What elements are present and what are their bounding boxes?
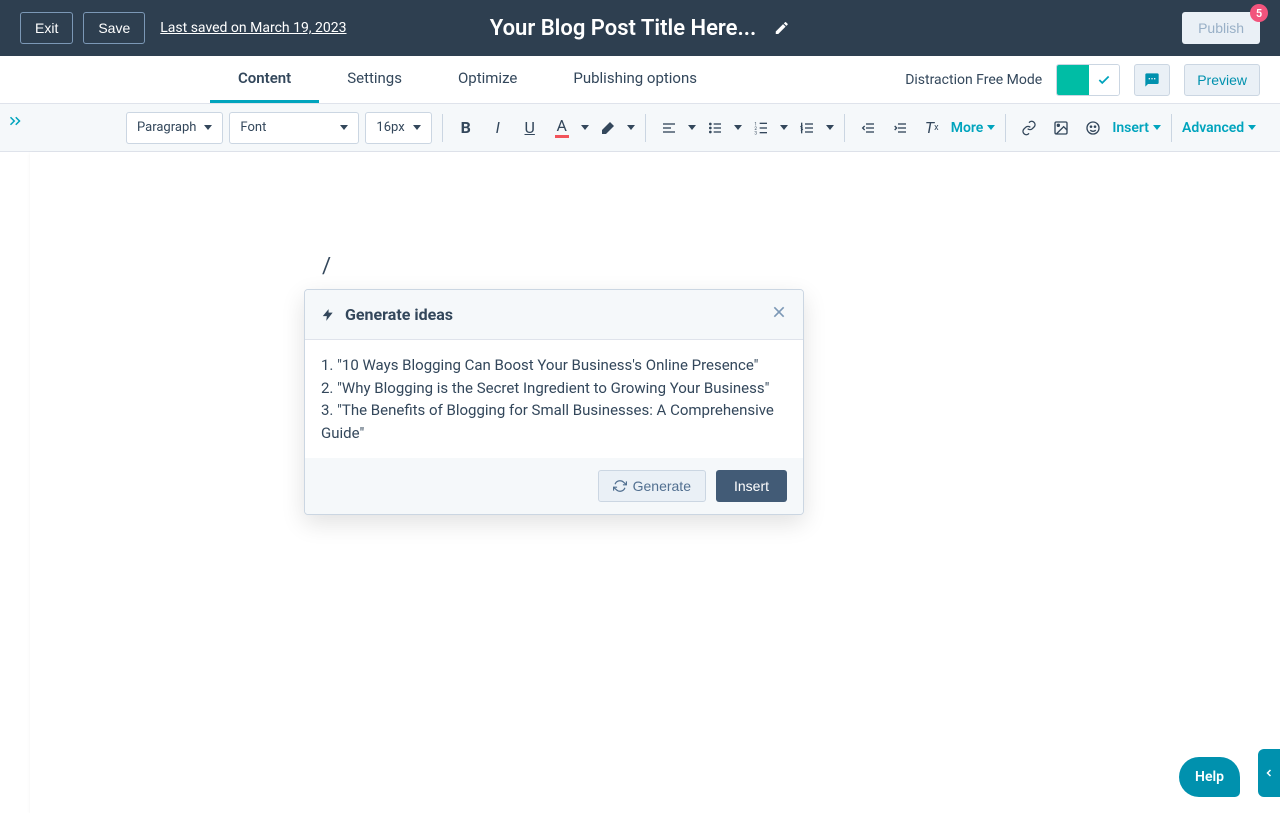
caret-down-icon bbox=[1248, 125, 1256, 130]
lightning-icon bbox=[321, 308, 335, 322]
tab-content[interactable]: Content bbox=[210, 56, 319, 103]
post-title: Your Blog Post Title Here... bbox=[490, 16, 756, 41]
align-icon[interactable] bbox=[656, 112, 682, 144]
toggle-on-side bbox=[1057, 65, 1089, 95]
slash-command-text: / bbox=[322, 254, 331, 279]
caret-down-icon[interactable] bbox=[826, 125, 834, 130]
check-icon bbox=[1097, 73, 1111, 87]
notification-badge: 5 bbox=[1250, 4, 1268, 22]
right-sub-nav: Distraction Free Mode Preview bbox=[905, 56, 1260, 103]
generate-button[interactable]: Generate bbox=[598, 470, 706, 502]
sub-nav: Content Settings Optimize Publishing opt… bbox=[0, 56, 1280, 104]
caret-down-icon bbox=[987, 125, 995, 130]
tab-optimize[interactable]: Optimize bbox=[430, 56, 545, 103]
italic-icon[interactable]: I bbox=[485, 112, 511, 144]
caret-down-icon[interactable] bbox=[780, 125, 788, 130]
text-color-icon[interactable]: A bbox=[549, 112, 575, 144]
more-label: More bbox=[951, 120, 984, 136]
indent-icon[interactable] bbox=[887, 112, 913, 144]
size-select[interactable]: 16px bbox=[365, 112, 431, 144]
caret-down-icon[interactable] bbox=[688, 125, 696, 130]
idea-2: 2. "Why Blogging is the Secret Ingredien… bbox=[321, 377, 787, 400]
insert-dropdown[interactable]: Insert bbox=[1112, 120, 1161, 136]
help-button[interactable]: Help bbox=[1179, 757, 1240, 797]
idea-3: 3. "The Benefits of Blogging for Small B… bbox=[321, 399, 787, 444]
insert-button[interactable]: Insert bbox=[716, 470, 787, 502]
advanced-dropdown[interactable]: Advanced bbox=[1182, 120, 1256, 136]
line-height-icon[interactable] bbox=[794, 112, 820, 144]
divider bbox=[844, 114, 845, 142]
paragraph-select[interactable]: Paragraph bbox=[126, 112, 223, 144]
popup-body: 1. "10 Ways Blogging Can Boost Your Busi… bbox=[305, 340, 803, 458]
tab-publishing-options[interactable]: Publishing options bbox=[545, 56, 725, 103]
clear-format-icon[interactable]: Tx bbox=[919, 112, 945, 144]
font-select[interactable]: Font bbox=[229, 112, 359, 144]
tab-settings[interactable]: Settings bbox=[319, 56, 430, 103]
generate-ideas-popup: Generate ideas 1. "10 Ways Blogging Can … bbox=[304, 289, 804, 515]
distraction-free-toggle[interactable] bbox=[1056, 64, 1120, 96]
paragraph-label: Paragraph bbox=[137, 120, 196, 135]
link-icon[interactable] bbox=[1016, 112, 1042, 144]
more-dropdown[interactable]: More bbox=[951, 120, 996, 136]
caret-down-icon bbox=[413, 125, 421, 130]
svg-text:3: 3 bbox=[754, 130, 757, 135]
refresh-icon bbox=[613, 479, 627, 493]
chevron-left-icon bbox=[1263, 767, 1275, 779]
publish-button[interactable]: Publish bbox=[1182, 12, 1260, 44]
comment-icon bbox=[1144, 72, 1160, 88]
highlight-icon[interactable] bbox=[595, 112, 621, 144]
pencil-icon bbox=[774, 20, 790, 36]
font-label: Font bbox=[240, 120, 266, 135]
editor-toolbar: Paragraph Font 16px B I U A 123 Tx bbox=[0, 104, 1280, 152]
numbered-list-icon[interactable]: 123 bbox=[748, 112, 774, 144]
caret-down-icon bbox=[340, 125, 348, 130]
generate-label: Generate bbox=[633, 478, 691, 494]
popup-header: Generate ideas bbox=[305, 290, 803, 340]
post-title-area[interactable]: Your Blog Post Title Here... bbox=[490, 16, 790, 41]
popup-title: Generate ideas bbox=[345, 305, 453, 324]
bold-icon[interactable]: B bbox=[453, 112, 479, 144]
outdent-icon[interactable] bbox=[855, 112, 881, 144]
idea-1: 1. "10 Ways Blogging Can Boost Your Busi… bbox=[321, 354, 787, 377]
divider bbox=[645, 114, 646, 142]
divider bbox=[442, 114, 443, 142]
save-button[interactable]: Save bbox=[83, 12, 145, 44]
bullet-list-icon[interactable] bbox=[702, 112, 728, 144]
preview-button[interactable]: Preview bbox=[1184, 64, 1260, 96]
size-label: 16px bbox=[376, 120, 404, 135]
top-bar: Exit Save Last saved on March 19, 2023 Y… bbox=[0, 0, 1280, 56]
caret-down-icon[interactable] bbox=[734, 125, 742, 130]
caret-down-icon[interactable] bbox=[627, 125, 635, 130]
popup-footer: Generate Insert bbox=[305, 458, 803, 514]
advanced-label: Advanced bbox=[1182, 120, 1244, 136]
close-icon[interactable] bbox=[771, 304, 787, 325]
toggle-check-side bbox=[1089, 65, 1119, 95]
comments-button[interactable] bbox=[1134, 64, 1170, 96]
distraction-free-label: Distraction Free Mode bbox=[905, 72, 1042, 88]
tabs: Content Settings Optimize Publishing opt… bbox=[210, 56, 725, 103]
last-saved-link[interactable]: Last saved on March 19, 2023 bbox=[160, 20, 346, 36]
underline-icon[interactable]: U bbox=[517, 112, 543, 144]
emoji-icon[interactable] bbox=[1080, 112, 1106, 144]
image-icon[interactable] bbox=[1048, 112, 1074, 144]
divider bbox=[1005, 114, 1006, 142]
caret-down-icon[interactable] bbox=[581, 125, 589, 130]
exit-button[interactable]: Exit bbox=[20, 12, 73, 44]
divider bbox=[1171, 114, 1172, 142]
caret-down-icon bbox=[1153, 125, 1161, 130]
panel-toggle-button[interactable] bbox=[1258, 749, 1280, 797]
publish-area: Publish 5 bbox=[1182, 12, 1260, 44]
expand-panel-icon[interactable] bbox=[6, 112, 24, 134]
insert-label: Insert bbox=[1112, 120, 1149, 136]
caret-down-icon bbox=[204, 125, 212, 130]
